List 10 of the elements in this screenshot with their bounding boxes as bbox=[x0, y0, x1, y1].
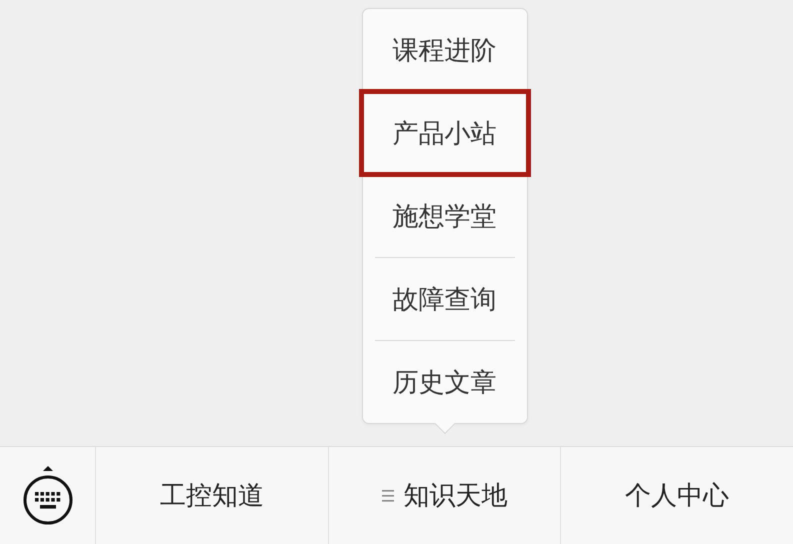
menu-item[interactable]: 产品小站 bbox=[358, 89, 530, 177]
menu-tab[interactable]: 知识天地 bbox=[376, 474, 514, 517]
menu-tab[interactable]: 工控知道 bbox=[154, 474, 270, 517]
menu-item[interactable]: 历史文章 bbox=[362, 341, 526, 423]
keyboard-icon[interactable] bbox=[20, 464, 74, 526]
menu-tab[interactable]: 个人中心 bbox=[619, 474, 736, 517]
menu-item[interactable]: 故障查询 bbox=[362, 258, 526, 340]
menu-item[interactable]: 施想学堂 bbox=[362, 175, 526, 257]
menu-icon bbox=[382, 488, 394, 502]
menu-item[interactable]: 课程进阶 bbox=[362, 9, 526, 91]
